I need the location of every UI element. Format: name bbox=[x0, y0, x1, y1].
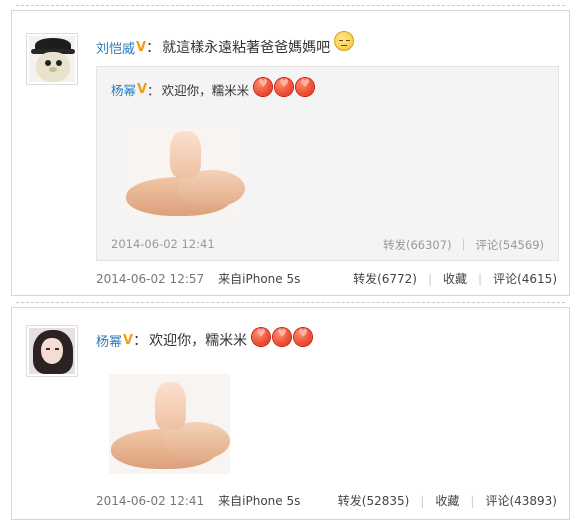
avatar[interactable] bbox=[26, 33, 78, 85]
verified-badge-icon: V bbox=[137, 82, 148, 97]
post-actions: 转发(6772) | 收藏 | 评论(4615) bbox=[353, 270, 557, 287]
favorite-button[interactable]: 收藏 bbox=[435, 492, 459, 509]
post-content: 刘恺威 V ： 就這樣永遠粘著爸爸媽媽吧 bbox=[96, 31, 355, 57]
divider: | bbox=[427, 271, 433, 286]
forward-button[interactable]: 转发(6772) bbox=[353, 270, 417, 287]
repost-timestamp[interactable]: 2014-06-02 12:41 bbox=[111, 237, 215, 251]
colon: ： bbox=[146, 40, 161, 56]
repost-text-line: 杨幂 V ： 欢迎你，糯米米 bbox=[111, 77, 315, 99]
weibo-post-1: 刘恺威 V ： 就這樣永遠粘著爸爸媽媽吧 杨幂 V ： 欢迎你，糯米米 2014… bbox=[11, 5, 570, 296]
post-timestamp[interactable]: 2014-06-02 12:41 bbox=[96, 494, 204, 508]
heart-icon bbox=[294, 327, 313, 346]
post-timestamp[interactable]: 2014-06-02 12:57 bbox=[96, 272, 204, 286]
divider: | bbox=[461, 237, 466, 251]
divider: | bbox=[420, 493, 425, 508]
heart-emojis bbox=[254, 77, 315, 96]
heart-icon bbox=[275, 77, 294, 96]
heart-emojis bbox=[252, 327, 313, 346]
author-name[interactable]: 刘恺威 bbox=[96, 38, 135, 57]
post-photo[interactable] bbox=[109, 374, 230, 474]
post-content: 杨幂 V ： 欢迎你，糯米米 bbox=[96, 327, 313, 350]
reposted-content: 杨幂 V ： 欢迎你，糯米米 2014-06-02 12:41 转发(66307… bbox=[96, 66, 559, 261]
colon: ： bbox=[147, 83, 160, 98]
post-source[interactable]: 来自iPhone 5s bbox=[218, 492, 300, 509]
post-source[interactable]: 来自iPhone 5s bbox=[218, 270, 300, 287]
favorite-button[interactable]: 收藏 bbox=[443, 270, 467, 287]
avatar-image bbox=[29, 36, 75, 82]
post-meta: 2014-06-02 12:41 来自iPhone 5s bbox=[96, 492, 300, 509]
heart-icon bbox=[254, 77, 273, 96]
heart-icon bbox=[252, 327, 271, 346]
avatar[interactable] bbox=[26, 325, 78, 377]
sad-face-icon bbox=[334, 31, 355, 51]
post-text: 欢迎你，糯米米 bbox=[149, 333, 248, 349]
divider: | bbox=[478, 271, 483, 286]
post-text: 就這樣永遠粘著爸爸媽媽吧 bbox=[162, 40, 331, 56]
repost-text: 欢迎你，糯米米 bbox=[161, 83, 250, 98]
repost-forward-link[interactable]: 转发(66307) bbox=[383, 237, 452, 253]
heart-icon bbox=[273, 327, 292, 346]
colon: ： bbox=[133, 333, 148, 349]
post-actions: 转发(52835) | 收藏 | 评论(43893) bbox=[338, 492, 557, 509]
repost-comment-link[interactable]: 评论(54569) bbox=[475, 237, 544, 253]
forward-button[interactable]: 转发(52835) bbox=[338, 492, 410, 509]
repost-actions: 转发(66307) | 评论(54569) bbox=[383, 237, 544, 253]
verified-badge-icon: V bbox=[123, 332, 134, 348]
avatar-image bbox=[29, 328, 75, 374]
comment-button[interactable]: 评论(4615) bbox=[493, 270, 557, 287]
weibo-post-2: 杨幂 V ： 欢迎你，糯米米 2014-06-02 12:41 来自iPhone… bbox=[11, 302, 570, 520]
divider: | bbox=[470, 493, 475, 508]
author-name[interactable]: 杨幂 bbox=[96, 331, 122, 350]
post-meta: 2014-06-02 12:57 来自iPhone 5s bbox=[96, 270, 300, 287]
verified-badge-icon: V bbox=[136, 39, 147, 55]
repost-photo[interactable] bbox=[124, 123, 245, 221]
repost-author-name[interactable]: 杨幂 bbox=[111, 80, 136, 99]
heart-icon bbox=[296, 77, 315, 96]
comment-button[interactable]: 评论(43893) bbox=[485, 492, 557, 509]
